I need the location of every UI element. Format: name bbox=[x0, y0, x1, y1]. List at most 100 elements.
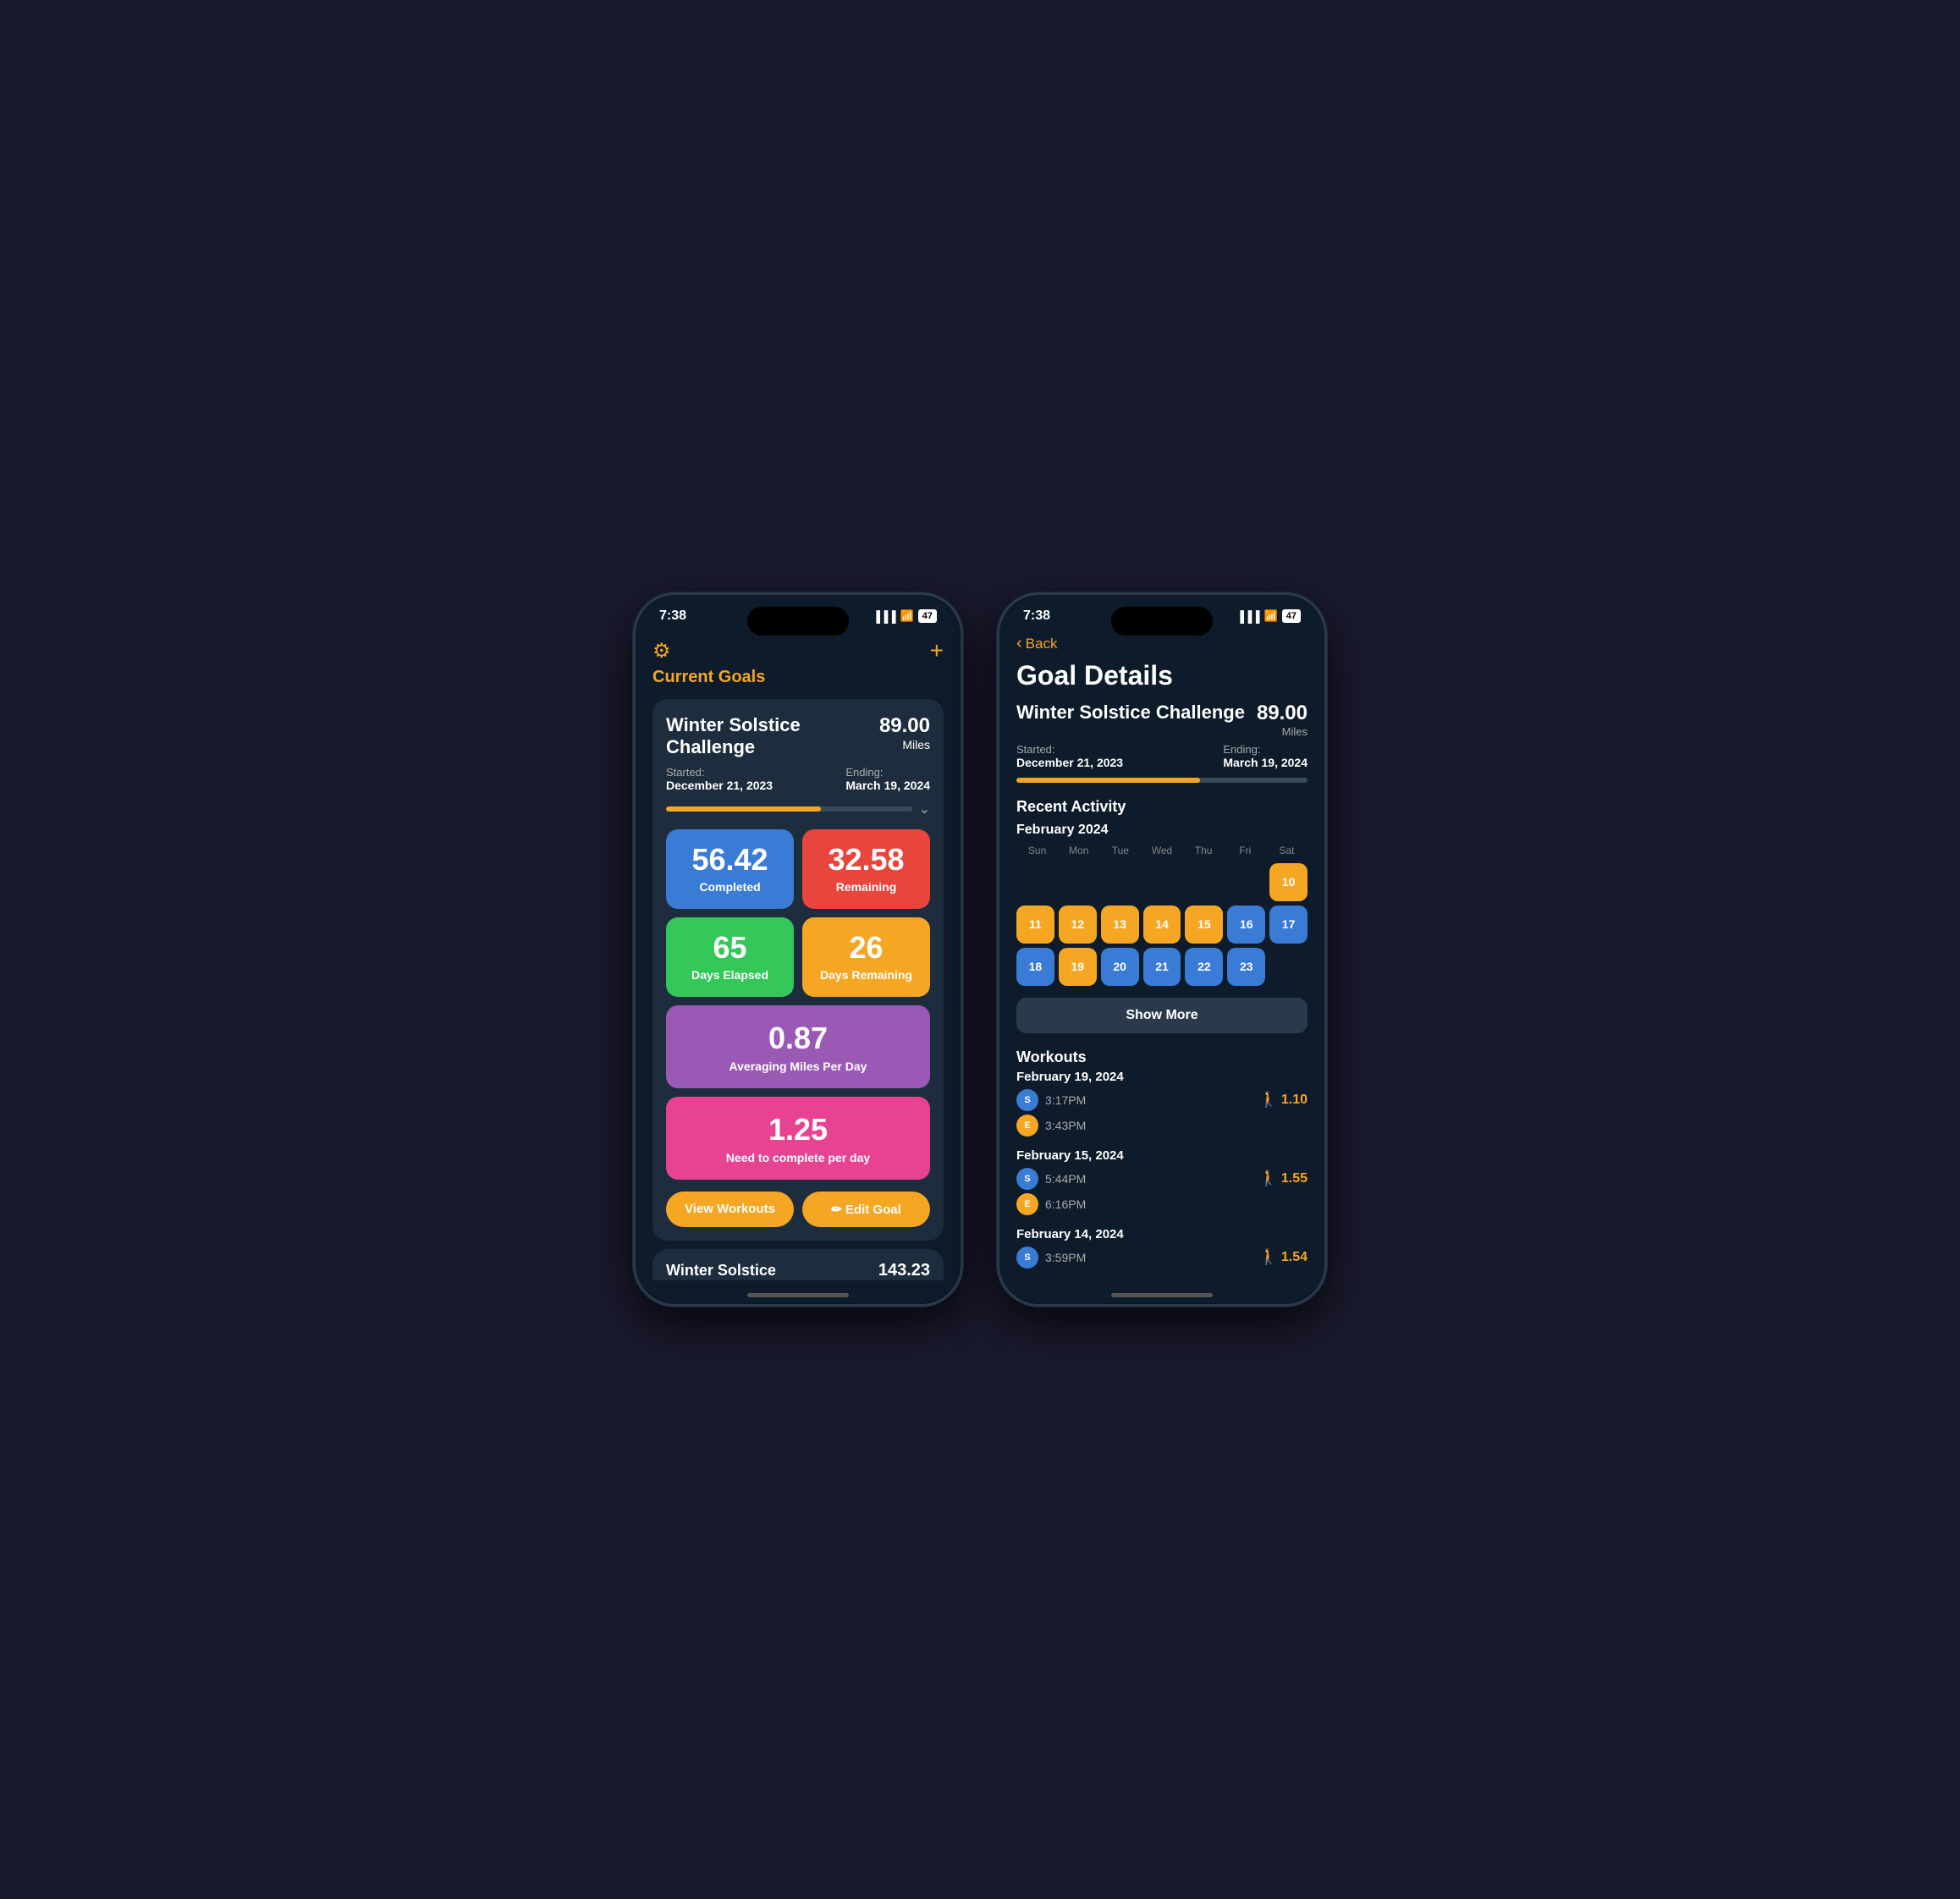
screen2-content: ‹ Back Goal Details Winter Solstice Chal… bbox=[999, 630, 1324, 1280]
top-nav-1: ⚙ + bbox=[652, 630, 944, 668]
add-goal-icon[interactable]: + bbox=[930, 637, 944, 664]
battery-1: 47 bbox=[918, 609, 937, 623]
day-mon: Mon bbox=[1058, 845, 1099, 856]
edit-goal-button[interactable]: ✏ Edit Goal bbox=[802, 1192, 930, 1227]
start-date-block-2: Started: December 21, 2023 bbox=[1016, 743, 1123, 769]
goal-name-2: Winter Solstice Challenge bbox=[1016, 702, 1245, 724]
start-label-1: Started: bbox=[666, 766, 773, 779]
cal-day-11[interactable]: 11 bbox=[1016, 905, 1054, 944]
dates-row-2: Started: December 21, 2023 Ending: March… bbox=[1016, 743, 1308, 769]
cal-day-empty bbox=[1016, 863, 1054, 901]
action-buttons: View Workouts ✏ Edit Goal bbox=[666, 1192, 930, 1227]
days-remaining-label: Days Remaining bbox=[820, 968, 912, 982]
end-date-block-2: Ending: March 19, 2024 bbox=[1223, 743, 1308, 769]
view-workouts-button[interactable]: View Workouts bbox=[666, 1192, 794, 1227]
chevron-down-icon[interactable]: ⌄ bbox=[919, 801, 930, 817]
battery-2: 47 bbox=[1282, 609, 1301, 623]
activity-section-title: Recent Activity bbox=[1016, 798, 1308, 816]
progress-bar-1 bbox=[666, 806, 912, 812]
workout-time-feb19-s: 3:17PM bbox=[1045, 1093, 1086, 1107]
workout-date-feb14: February 14, 2024 bbox=[1016, 1227, 1308, 1241]
phone-1: 7:38 ▐▐▐ 📶 47 ⚙ + Current Goals Winter S… bbox=[633, 592, 963, 1307]
workout-miles-feb19: 🚶 1.10 bbox=[1258, 1091, 1308, 1109]
cal-day-23[interactable]: 23 bbox=[1227, 948, 1265, 986]
workout-icon-e-feb15: E bbox=[1016, 1193, 1038, 1215]
page-title-2: Goal Details bbox=[1016, 660, 1308, 691]
workout-left-feb19-e: E 3:43PM bbox=[1016, 1115, 1086, 1137]
walk-icon-feb14: 🚶 bbox=[1258, 1248, 1277, 1266]
stat-need: 1.25 Need to complete per day bbox=[666, 1097, 930, 1180]
time-1: 7:38 bbox=[659, 608, 686, 624]
workout-left-feb15-e: E 6:16PM bbox=[1016, 1193, 1086, 1215]
cal-day-16[interactable]: 16 bbox=[1227, 905, 1265, 944]
stat-remaining: 32.58 Remaining bbox=[802, 829, 930, 909]
cal-day-15[interactable]: 15 bbox=[1185, 905, 1223, 944]
cal-day-12[interactable]: 12 bbox=[1059, 905, 1097, 944]
cal-day-10[interactable]: 10 bbox=[1269, 863, 1308, 901]
workout-miles-value-feb15: 1.55 bbox=[1281, 1171, 1308, 1186]
goal-unit-1: Miles bbox=[879, 738, 930, 751]
cal-day-21[interactable]: 21 bbox=[1143, 948, 1181, 986]
workout-entry-feb15-s: S 5:44PM 🚶 1.55 bbox=[1016, 1168, 1308, 1190]
need-value: 1.25 bbox=[676, 1112, 920, 1148]
cal-day-empty bbox=[1059, 863, 1097, 901]
stat-avg: 0.87 Averaging Miles Per Day bbox=[666, 1005, 930, 1088]
days-elapsed-label: Days Elapsed bbox=[691, 968, 768, 982]
cal-day-13[interactable]: 13 bbox=[1101, 905, 1139, 944]
goal-dates-1: Started: December 21, 2023 Ending: March… bbox=[666, 766, 930, 792]
goal-value-1: 89.00 Miles bbox=[879, 714, 930, 751]
completed-label: Completed bbox=[699, 880, 760, 894]
days-elapsed-value: 65 bbox=[713, 933, 746, 963]
workout-miles-feb15: 🚶 1.55 bbox=[1258, 1170, 1308, 1187]
end-value-1: March 19, 2024 bbox=[845, 779, 930, 792]
goal-header-2: Winter Solstice Challenge 89.00 Miles bbox=[1016, 702, 1308, 738]
cal-day-19[interactable]: 19 bbox=[1059, 948, 1097, 986]
workout-time-feb15-s: 5:44PM bbox=[1045, 1172, 1086, 1186]
day-tue: Tue bbox=[1099, 845, 1141, 856]
day-sat: Sat bbox=[1266, 845, 1308, 856]
stats-grid: 56.42 Completed 32.58 Remaining 65 Days … bbox=[666, 829, 930, 997]
workout-entry-feb15-e: E 6:16PM bbox=[1016, 1193, 1308, 1215]
miles-unit-2: Miles bbox=[1257, 725, 1308, 738]
end-label-1: Ending: bbox=[845, 766, 930, 779]
workout-left-feb15-s: S 5:44PM bbox=[1016, 1168, 1086, 1190]
settings-icon[interactable]: ⚙ bbox=[652, 639, 671, 663]
start-date-block-1: Started: December 21, 2023 bbox=[666, 766, 773, 792]
days-remaining-value: 26 bbox=[849, 933, 883, 963]
workout-date-feb15: February 15, 2024 bbox=[1016, 1148, 1308, 1163]
day-sun: Sun bbox=[1016, 845, 1058, 856]
workout-group-feb15: February 15, 2024 S 5:44PM 🚶 1.55 E 6:16… bbox=[1016, 1148, 1308, 1215]
completed-value: 56.42 bbox=[691, 845, 768, 875]
cal-day-14[interactable]: 14 bbox=[1143, 905, 1181, 944]
dynamic-island-1 bbox=[747, 607, 849, 636]
day-thu: Thu bbox=[1183, 845, 1225, 856]
workout-miles-value-feb14: 1.54 bbox=[1281, 1250, 1308, 1265]
cal-day-17[interactable]: 17 bbox=[1269, 905, 1308, 944]
wifi-icon-2: 📶 bbox=[1264, 609, 1278, 623]
goal-card-1: Winter Solstice Challenge 89.00 Miles St… bbox=[652, 699, 944, 1241]
stat-completed: 56.42 Completed bbox=[666, 829, 794, 909]
cal-day-20[interactable]: 20 bbox=[1101, 948, 1139, 986]
workout-group-feb14: February 14, 2024 S 3:59PM 🚶 1.54 bbox=[1016, 1227, 1308, 1269]
screen1-content: ⚙ + Current Goals Winter Solstice Challe… bbox=[636, 630, 961, 1280]
workout-icon-s-feb19: S bbox=[1016, 1089, 1038, 1111]
cal-day-18[interactable]: 18 bbox=[1016, 948, 1054, 986]
progress-fill-2 bbox=[1016, 778, 1200, 783]
section-title-goals: Current Goals bbox=[652, 668, 944, 687]
phones-container: 7:38 ▐▐▐ 📶 47 ⚙ + Current Goals Winter S… bbox=[633, 592, 1327, 1307]
day-fri: Fri bbox=[1225, 845, 1266, 856]
miles-number-2: 89.00 bbox=[1257, 702, 1308, 724]
back-chevron-icon[interactable]: ‹ bbox=[1016, 634, 1022, 653]
cal-day-empty bbox=[1227, 863, 1265, 901]
avg-value: 0.87 bbox=[676, 1021, 920, 1056]
workout-entry-feb14-s: S 3:59PM 🚶 1.54 bbox=[1016, 1247, 1308, 1269]
cal-header: Sun Mon Tue Wed Thu Fri Sat bbox=[1016, 845, 1308, 856]
show-more-button[interactable]: Show More bbox=[1016, 998, 1308, 1033]
back-label[interactable]: Back bbox=[1026, 636, 1058, 652]
workout-icon-s-feb15: S bbox=[1016, 1168, 1038, 1190]
walk-icon-feb19: 🚶 bbox=[1258, 1091, 1277, 1109]
cal-day-empty bbox=[1143, 863, 1181, 901]
end-date-block-1: Ending: March 19, 2024 bbox=[845, 766, 930, 792]
remaining-label: Remaining bbox=[836, 880, 897, 894]
cal-day-22[interactable]: 22 bbox=[1185, 948, 1223, 986]
